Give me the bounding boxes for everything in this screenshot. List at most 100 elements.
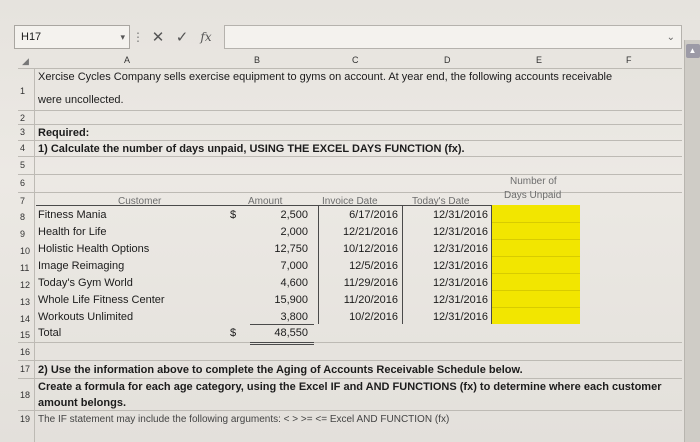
gridline [18,342,682,343]
gridline [492,239,580,240]
row-number[interactable]: 2 [20,113,34,123]
row-number[interactable]: 16 [20,347,34,357]
row-number[interactable]: 1 [20,86,34,96]
invoice-date-cell[interactable]: 12/5/2016 [320,260,398,272]
column-header-b[interactable]: B [254,55,260,65]
instruction-2[interactable]: 2) Use the information above to complete… [38,364,523,376]
todays-date-cell[interactable]: 12/31/2016 [404,311,488,323]
header-days-unpaid-line1[interactable]: Number of [510,176,557,187]
select-all-corner[interactable]: ◢ [22,56,29,67]
row-number[interactable]: 3 [20,127,34,137]
intro-text-cont[interactable]: were uncollected. [38,94,124,106]
formula-bar: H17 ▾ ⋮ ✕ ✓ fx ⌄ [14,22,682,52]
total-double-underline [250,344,314,345]
gridline [492,290,580,291]
dollar-cell[interactable]: $ [230,209,236,221]
todays-date-cell[interactable]: 12/31/2016 [404,209,488,221]
instruction-4[interactable]: The IF statement may include the followi… [38,414,449,425]
amount-cell[interactable]: 7,000 [250,260,308,272]
gridline [492,256,580,257]
gridline [18,124,682,125]
header-days-unpaid-line2[interactable]: Days Unpaid [504,190,561,201]
gridline [492,222,580,223]
amount-cell[interactable]: 4,600 [250,277,308,289]
more-options-icon[interactable]: ⋮ [130,30,146,44]
row-number[interactable]: 9 [20,229,34,239]
column-header-d[interactable]: D [444,55,451,65]
row-number[interactable]: 18 [20,390,34,400]
row-number[interactable]: 4 [20,143,34,153]
column-header-e[interactable]: E [536,55,542,65]
row-number[interactable]: 6 [20,178,34,188]
amount-cell[interactable]: 3,800 [250,311,308,323]
table-border [318,205,319,324]
row-number[interactable]: 8 [20,212,34,222]
row-number[interactable]: 15 [20,330,34,340]
row-number[interactable]: 12 [20,280,34,290]
customer-cell[interactable]: Health for Life [38,226,106,238]
enter-icon[interactable]: ✓ [170,28,194,46]
customer-cell[interactable]: Image Reimaging [38,260,124,272]
customer-cell[interactable]: Today's Gym World [38,277,133,289]
gridline [18,192,682,193]
row-number[interactable]: 19 [20,414,34,424]
gridline [18,410,682,411]
vertical-scrollbar[interactable]: ▲ [684,40,700,442]
chevron-down-icon[interactable]: ▾ [120,32,125,43]
invoice-date-cell[interactable]: 11/29/2016 [320,277,398,289]
row-number[interactable]: 5 [20,160,34,170]
required-heading[interactable]: Required: [38,127,89,139]
row-number[interactable]: 11 [20,263,34,273]
total-double-underline [250,342,314,343]
column-header-c[interactable]: C [352,55,359,65]
amount-cell[interactable]: 12,750 [250,243,308,255]
table-border [36,205,492,206]
gridline [492,273,580,274]
customer-cell[interactable]: Fitness Mania [38,209,106,221]
name-box[interactable]: H17 ▾ [14,25,130,49]
todays-date-cell[interactable]: 12/31/2016 [404,260,488,272]
column-header-a[interactable]: A [124,55,130,65]
expand-chevron-icon[interactable]: ⌄ [667,32,675,43]
invoice-date-cell[interactable]: 10/12/2016 [320,243,398,255]
amount-cell[interactable]: 2,500 [250,209,308,221]
insert-function-icon[interactable]: fx [194,30,218,44]
gridline [18,360,682,361]
row-number[interactable]: 10 [20,246,34,256]
customer-cell[interactable]: Whole Life Fitness Center [38,294,165,306]
gridline [34,68,35,442]
row-number[interactable]: 14 [20,314,34,324]
formula-input[interactable]: ⌄ [224,25,682,49]
invoice-date-cell[interactable]: 6/17/2016 [320,209,398,221]
todays-date-cell[interactable]: 12/31/2016 [404,226,488,238]
cell-reference: H17 [21,31,42,43]
instruction-3[interactable]: Create a formula for each age category, … [38,381,661,393]
gridline [492,307,580,308]
gridline [18,156,682,157]
amount-cell[interactable]: 15,900 [250,294,308,306]
total-amount-cell[interactable]: 48,550 [250,327,308,339]
todays-date-cell[interactable]: 12/31/2016 [404,243,488,255]
amount-cell[interactable]: 2,000 [250,226,308,238]
instruction-3-cont[interactable]: amount belongs. [38,397,126,409]
row-number[interactable]: 17 [20,364,34,374]
invoice-date-cell[interactable]: 11/20/2016 [320,294,398,306]
customer-cell[interactable]: Workouts Unlimited [38,311,133,323]
intro-text[interactable]: Xercise Cycles Company sells exercise eq… [38,71,612,83]
column-header-f[interactable]: F [626,55,632,65]
row-number[interactable]: 13 [20,297,34,307]
spreadsheet-screen: H17 ▾ ⋮ ✕ ✓ fx ⌄ ◢ A B C D E F 1 2 3 4 5… [0,0,700,442]
customer-cell[interactable]: Holistic Health Options [38,243,149,255]
scroll-up-icon[interactable]: ▲ [685,44,700,58]
todays-date-cell[interactable]: 12/31/2016 [404,294,488,306]
todays-date-cell[interactable]: 12/31/2016 [404,277,488,289]
cancel-icon[interactable]: ✕ [146,28,170,46]
instruction-1[interactable]: 1) Calculate the number of days unpaid, … [38,143,465,155]
total-label[interactable]: Total [38,327,61,339]
invoice-date-cell[interactable]: 12/21/2016 [320,226,398,238]
total-dollar-cell[interactable]: $ [230,327,236,339]
row-number[interactable]: 7 [20,196,34,206]
table-border [491,205,492,324]
total-underline [250,324,314,325]
invoice-date-cell[interactable]: 10/2/2016 [320,311,398,323]
